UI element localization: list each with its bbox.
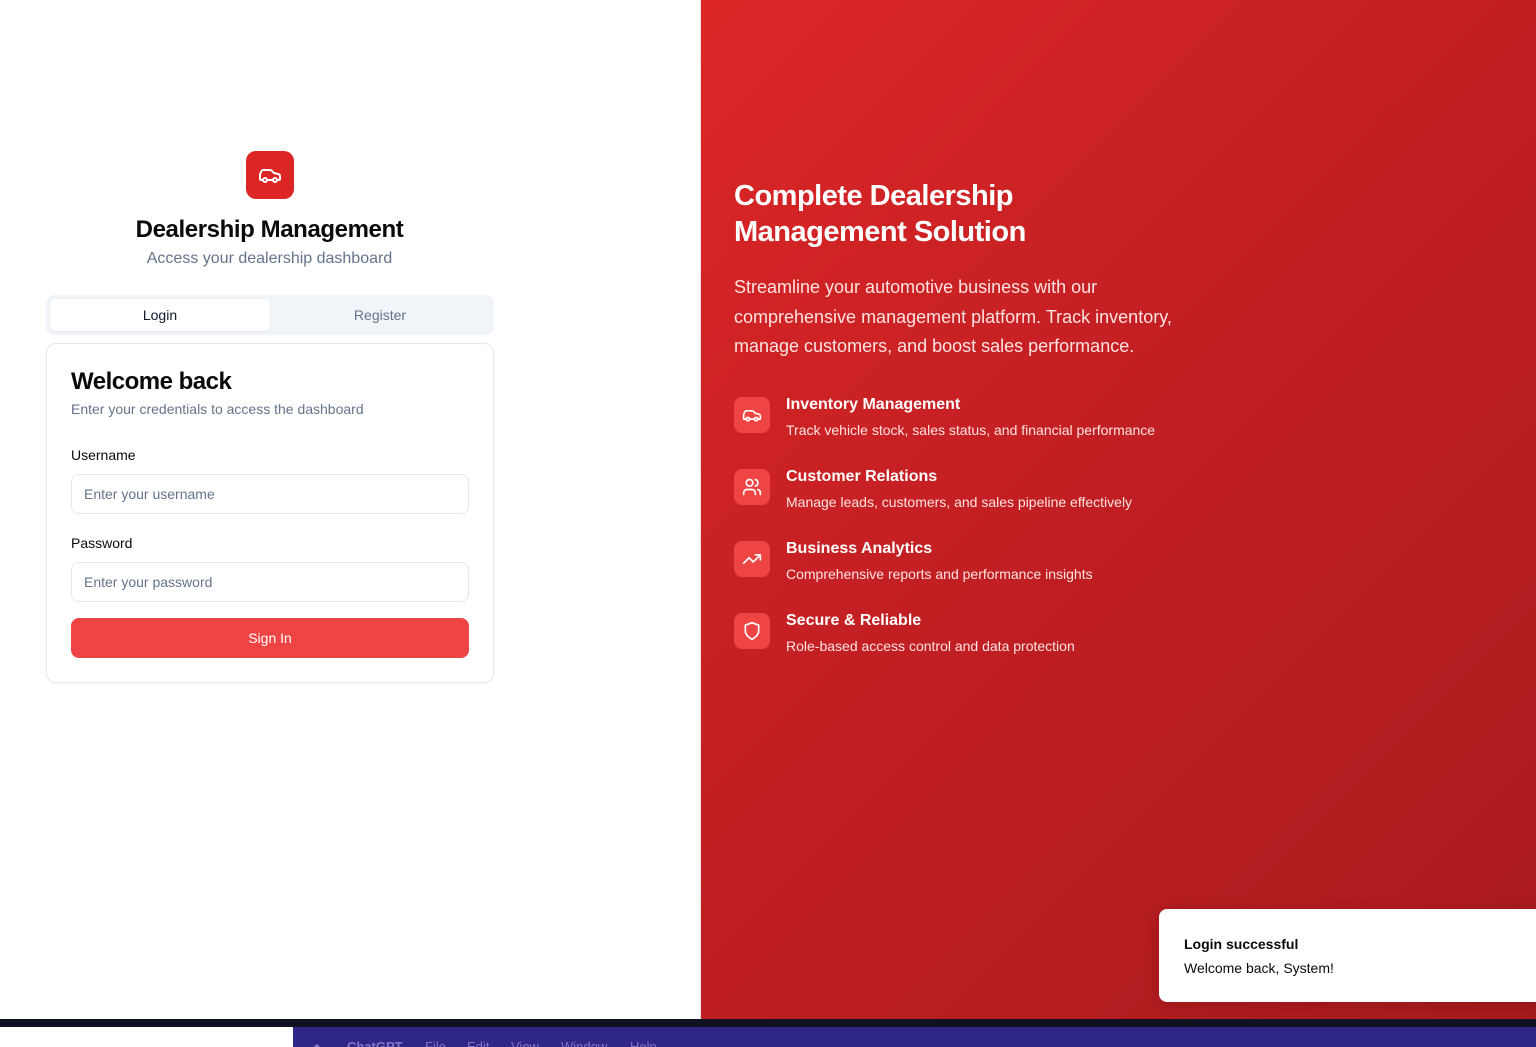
car-icon	[259, 169, 281, 183]
card-title: Welcome back	[71, 368, 232, 395]
feature-icon-box	[734, 541, 770, 577]
feature-title: Business Analytics	[786, 540, 933, 557]
desktop-area	[0, 1027, 293, 1047]
password-label: Password	[71, 535, 133, 551]
hero-title: Complete Dealership Management Solution	[734, 180, 1026, 248]
feature-title: Inventory Management	[786, 396, 961, 413]
menubar-item-view[interactable]: View	[511, 1039, 539, 1047]
tab-login[interactable]: Login	[50, 299, 270, 331]
feature-description: Role-based access control and data prote…	[786, 638, 1075, 654]
menubar-item-edit[interactable]: Edit	[467, 1039, 489, 1047]
feature-item: Secure & Reliable Role-based access cont…	[734, 612, 1434, 673]
shield-icon	[744, 621, 760, 641]
feature-item: Customer Relations Manage leads, custome…	[734, 468, 1434, 529]
toast-notification[interactable]: Login successful Welcome back, System!	[1159, 909, 1536, 1002]
feature-icon-box	[734, 613, 770, 649]
sign-in-button[interactable]: Sign In	[71, 618, 469, 658]
feature-description: Manage leads, customers, and sales pipel…	[786, 494, 1133, 510]
brand-subtitle: Access your dealership dashboard	[146, 250, 393, 267]
feature-item: Inventory Management Track vehicle stock…	[734, 396, 1434, 457]
card-description: Enter your credentials to access the das…	[71, 401, 364, 417]
feature-description: Track vehicle stock, sales status, and f…	[786, 422, 1156, 438]
menubar-app-name[interactable]: ChatGPT	[347, 1039, 403, 1047]
window-edge	[0, 1019, 1536, 1027]
feature-title: Secure & Reliable	[786, 612, 922, 629]
hero-panel: Complete Dealership Management Solution …	[700, 0, 1536, 1019]
toast-title: Login successful	[1184, 936, 1299, 952]
system-menubar: ● ChatGPT File Edit View Window Help	[293, 1027, 1536, 1047]
users-icon	[742, 478, 762, 496]
feature-icon-box	[734, 397, 770, 433]
apple-icon[interactable]: ●	[313, 1039, 321, 1047]
username-input[interactable]	[71, 474, 469, 514]
menubar-item-window[interactable]: Window	[561, 1039, 607, 1047]
feature-item: Business Analytics Comprehensive reports…	[734, 540, 1434, 601]
toast-description: Welcome back, System!	[1184, 960, 1334, 976]
menubar-item-help[interactable]: Help	[630, 1039, 657, 1047]
brand-title: Dealership Management	[135, 216, 404, 243]
hero-description: Streamline your automotive business with…	[734, 277, 1172, 356]
feature-icon-box	[734, 469, 770, 505]
trending-up-icon	[742, 554, 762, 564]
feature-title: Customer Relations	[786, 468, 938, 485]
feature-description: Comprehensive reports and performance in…	[786, 566, 1093, 582]
auth-tabs: Login Register	[46, 295, 494, 335]
tab-register[interactable]: Register	[270, 299, 490, 331]
car-icon	[742, 410, 762, 422]
brand-logo	[246, 151, 294, 199]
password-input[interactable]	[71, 562, 469, 602]
username-label: Username	[71, 447, 136, 463]
login-card: Welcome back Enter your credentials to a…	[46, 343, 494, 683]
login-panel: Dealership Management Access your dealer…	[0, 0, 700, 1019]
menubar-item-file[interactable]: File	[425, 1039, 446, 1047]
